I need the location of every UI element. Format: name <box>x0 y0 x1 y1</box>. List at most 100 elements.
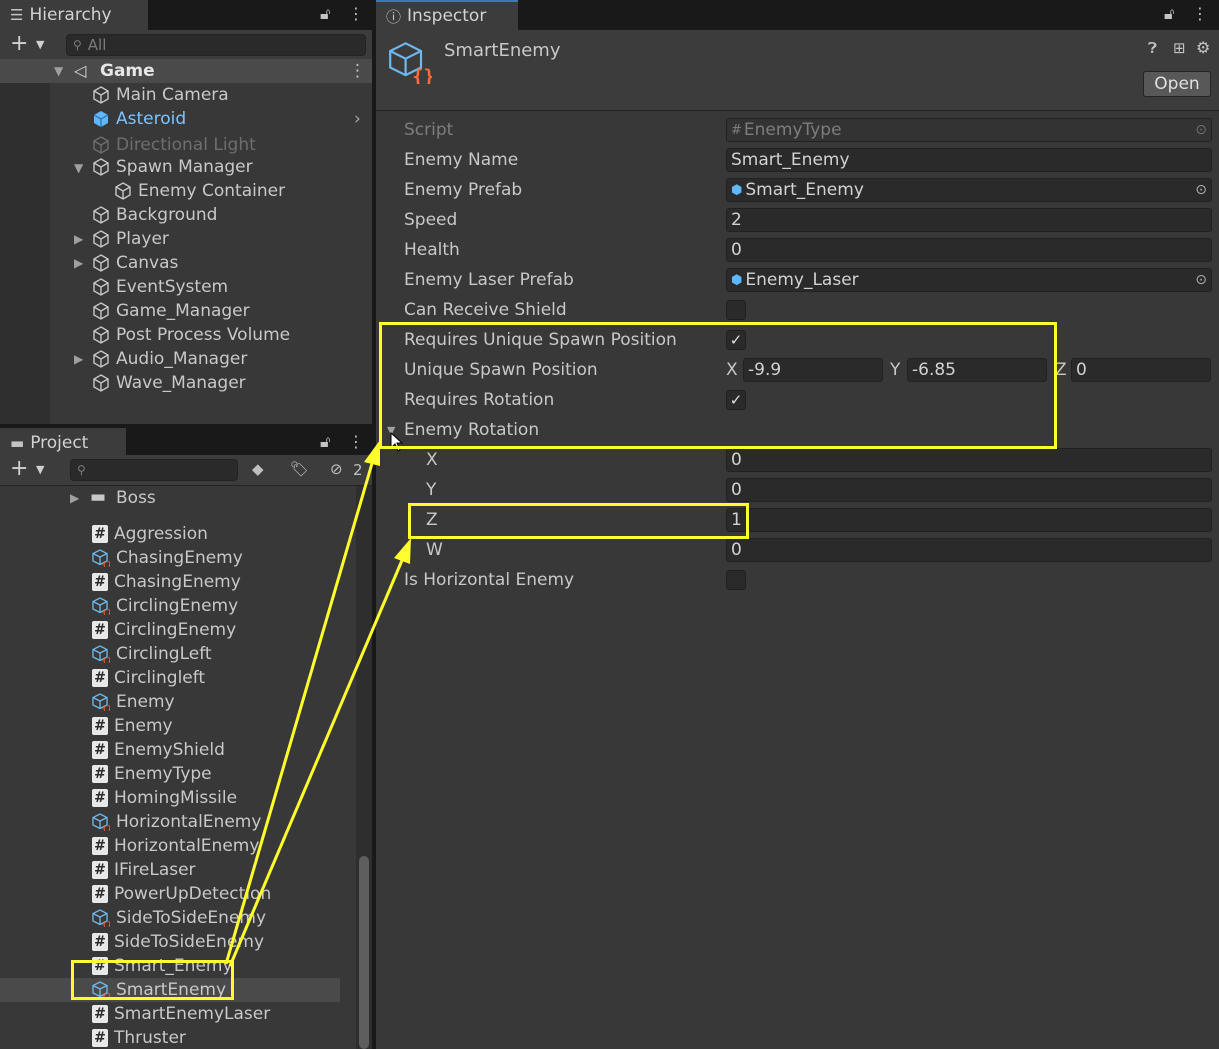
list-icon: ☰ <box>10 6 24 24</box>
speed-input[interactable]: 2 <box>726 208 1212 232</box>
object-picker-icon[interactable]: ⊙ <box>1195 182 1207 198</box>
gameobject-cube-icon <box>93 302 109 320</box>
project-item[interactable]: # EnemyType <box>92 762 340 786</box>
hierarchy-search-input[interactable]: ⚲ All <box>66 34 366 56</box>
project-item[interactable]: # HorizontalEnemy <box>92 834 340 858</box>
csharp-script-icon: # <box>92 717 108 735</box>
open-button[interactable]: Open <box>1143 71 1211 97</box>
add-icon[interactable]: + <box>10 31 28 56</box>
gameobject-cube-icon <box>93 374 109 392</box>
scriptable-object-icon: {} <box>92 813 110 831</box>
chevron-down-icon[interactable]: ▼ <box>74 161 83 175</box>
rot-w-input[interactable]: 0 <box>726 538 1212 562</box>
chevron-right-icon[interactable]: ▶ <box>74 232 83 246</box>
project-item[interactable]: # SideToSideEnemy <box>92 930 340 954</box>
scene-title: Game <box>100 61 155 81</box>
project-scrollbar[interactable] <box>356 486 372 1049</box>
chevron-right-icon[interactable]: ▶ <box>74 352 83 366</box>
prefab-cube-icon: ⬢ <box>731 272 743 288</box>
scriptable-object-icon: {} <box>92 909 110 927</box>
hierarchy-item[interactable]: ▼ Spawn Manager <box>74 155 372 179</box>
scene-indent-bar <box>0 60 50 424</box>
project-item[interactable]: # Circlingleft <box>92 666 340 690</box>
project-item[interactable]: # Enemy <box>92 714 340 738</box>
hierarchy-item[interactable]: Asteroid › <box>92 107 372 131</box>
script-field: # EnemyType ⊙ <box>726 118 1212 142</box>
presets-icon[interactable]: ⊞ <box>1173 39 1186 57</box>
kebab-menu-icon[interactable]: ⋮ <box>349 61 366 81</box>
project-item[interactable]: # PowerUpDetection <box>92 882 340 906</box>
hierarchy-item[interactable]: ▶ Player <box>74 227 372 251</box>
rot-y-input[interactable]: 0 <box>726 478 1212 502</box>
gameobject-cube-icon <box>93 86 109 104</box>
gear-icon[interactable]: ⚙ <box>1196 38 1210 57</box>
csharp-script-icon: # <box>92 573 108 591</box>
help-icon[interactable]: ❓︎ <box>1148 39 1157 57</box>
health-input[interactable]: 0 <box>726 238 1212 262</box>
gameobject-cube-icon <box>93 254 109 272</box>
hierarchy-item[interactable]: Main Camera <box>92 83 372 107</box>
gameobject-cube-icon <box>93 158 109 176</box>
project-item[interactable]: {}SideToSideEnemy <box>92 906 340 930</box>
rot-z-input[interactable]: 1 <box>726 508 1212 532</box>
project-item[interactable]: {}CirclingLeft <box>92 642 340 666</box>
project-rows: #Aggression{}ChasingEnemy#ChasingEnemy{}… <box>0 428 356 1049</box>
project-item[interactable]: {}ChasingEnemy <box>92 546 340 570</box>
hierarchy-item[interactable]: EventSystem <box>92 275 372 299</box>
chevron-right-icon[interactable]: ▶ <box>74 256 83 270</box>
prop-can-receive-shield: Can Receive Shield <box>404 297 1204 323</box>
object-picker-icon[interactable]: ⊙ <box>1195 272 1207 288</box>
scene-row[interactable]: ▼ ◁ Game ⋮ <box>0 59 372 83</box>
csharp-script-icon: # <box>92 837 108 855</box>
inspector-header: {} SmartEnemy ❓︎ ⊞ ⚙ Open <box>376 30 1219 111</box>
hierarchy-item[interactable]: ▶ Canvas <box>74 251 372 275</box>
hierarchy-item[interactable]: Enemy Container <box>114 179 372 203</box>
project-item[interactable]: # IFireLaser <box>92 858 340 882</box>
svg-text:{}: {} <box>102 608 110 615</box>
prop-rot-w: W 0 <box>404 537 1212 563</box>
project-item[interactable]: # EnemyShield <box>92 738 340 762</box>
project-item[interactable]: # HomingMissile <box>92 786 340 810</box>
project-item[interactable]: # CirclingEnemy <box>92 618 340 642</box>
scrollbar-thumb[interactable] <box>359 856 369 1049</box>
spawn-z-input[interactable]: 0 <box>1071 358 1211 382</box>
enemy-name-input[interactable]: Smart_Enemy <box>726 148 1212 172</box>
project-item[interactable]: {}HorizontalEnemy <box>92 810 340 834</box>
chevron-right-icon[interactable]: › <box>354 109 361 129</box>
hierarchy-toolbar: + ▼ ⚲ All <box>0 30 372 61</box>
can-receive-shield-checkbox[interactable] <box>726 300 746 320</box>
project-item[interactable]: # SmartEnemyLaser <box>92 1002 340 1026</box>
hierarchy-item[interactable]: Game_Manager <box>92 299 372 323</box>
project-item[interactable]: # Aggression <box>92 522 340 546</box>
search-icon: ⚲ <box>73 38 82 52</box>
tab-hierarchy[interactable]: ☰ Hierarchy <box>0 0 148 30</box>
is-horizontal-checkbox[interactable] <box>726 570 746 590</box>
prop-rot-y: Y 0 <box>404 477 1212 503</box>
hierarchy-item[interactable]: Post Process Volume <box>92 323 372 347</box>
hierarchy-item[interactable]: Background <box>92 203 372 227</box>
chevron-down-icon[interactable]: ▼ <box>36 38 44 51</box>
prop-speed: Speed 2 <box>404 207 1212 233</box>
project-item[interactable]: # Thruster <box>92 1026 340 1049</box>
project-item[interactable]: {}CirclingEnemy <box>92 594 340 618</box>
project-item[interactable]: # ChasingEnemy <box>92 570 340 594</box>
gameobject-cube-icon <box>93 278 109 296</box>
object-name: SmartEnemy <box>444 40 561 61</box>
hierarchy-item[interactable]: Directional Light <box>92 133 372 157</box>
svg-text:{}: {} <box>102 920 110 927</box>
prefab-cube-icon: ⬢ <box>731 182 743 198</box>
hierarchy-item[interactable]: Wave_Manager <box>92 371 372 395</box>
csharp-script-icon: # <box>92 669 108 687</box>
hierarchy-item[interactable]: ▶ Audio_Manager <box>74 347 372 371</box>
enemy-prefab-field[interactable]: ⬢ Smart_Enemy ⊙ <box>726 178 1212 202</box>
laser-prefab-field[interactable]: ⬢ Enemy_Laser ⊙ <box>726 268 1212 292</box>
project-item[interactable]: {}Enemy <box>92 690 340 714</box>
lock-icon[interactable]: 🔓︎ <box>320 4 330 24</box>
rot-x-input[interactable]: 0 <box>726 448 1212 472</box>
gameobject-cube-icon <box>93 326 109 344</box>
chevron-down-icon[interactable]: ▼ <box>54 64 63 78</box>
tab-inspector[interactable]: ⓘ Inspector <box>376 0 518 30</box>
kebab-menu-icon[interactable]: ⋮ <box>1192 4 1208 23</box>
lock-icon[interactable]: 🔓︎ <box>1164 4 1174 24</box>
kebab-menu-icon[interactable]: ⋮ <box>348 4 364 23</box>
